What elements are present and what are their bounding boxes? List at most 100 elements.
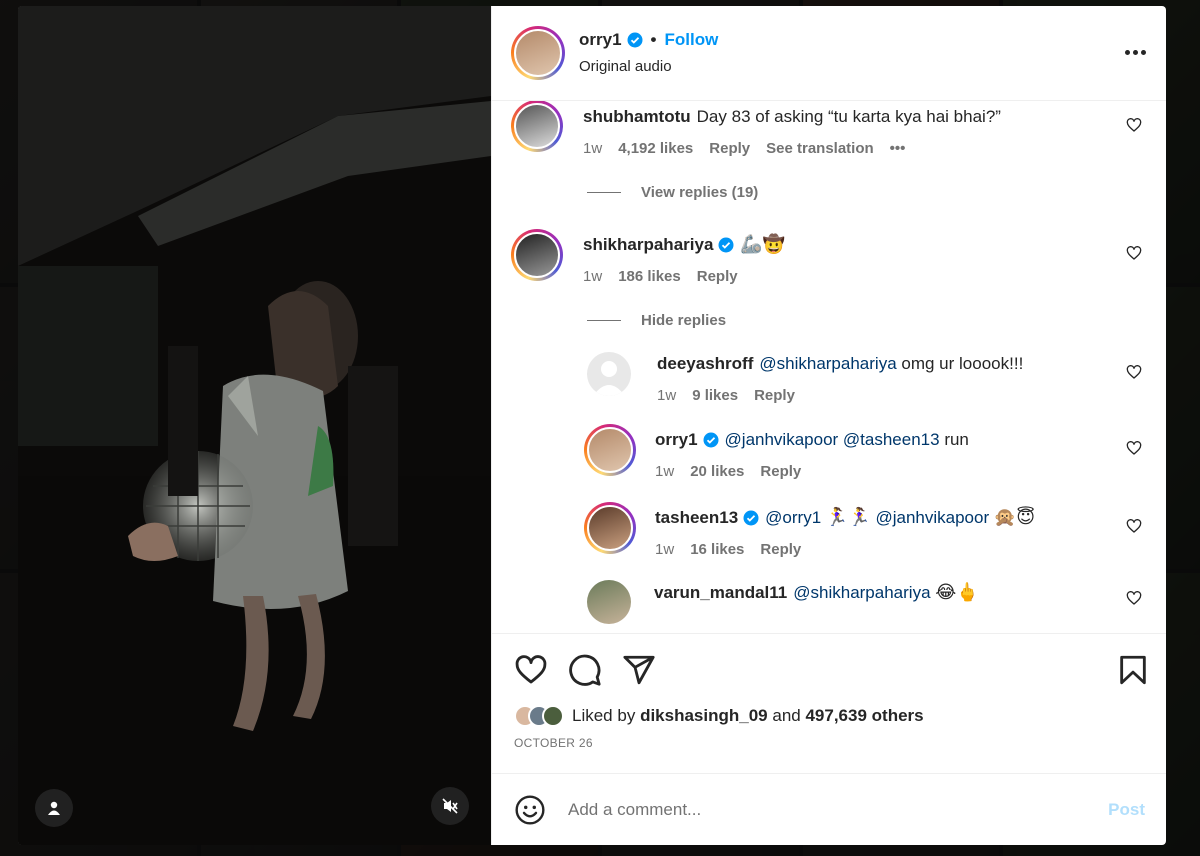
post-actions: Liked by dikshasingh_09 and 497,639 othe… — [492, 633, 1166, 773]
comment-text: varun_mandal11 @shikharpahariya 😂🖕 — [654, 582, 1150, 604]
author-username[interactable]: orry1 — [579, 30, 622, 50]
commenter-avatar[interactable] — [511, 228, 563, 281]
comment-item: shubhamtotu Day 83 of asking “tu karta ky… — [511, 100, 1150, 157]
post-modal: orry1 • Follow Original audio shubhamtot… — [18, 6, 1166, 845]
video-frame — [18, 6, 491, 845]
liked-others[interactable]: 497,639 others — [805, 706, 923, 726]
verified-badge-icon — [743, 510, 759, 526]
post-header: orry1 • Follow Original audio — [492, 6, 1166, 101]
comment-likes[interactable]: 186 likes — [618, 268, 681, 285]
liked-by-user[interactable]: dikshasingh_09 — [640, 706, 768, 726]
user-silhouette-icon — [593, 360, 625, 396]
hide-replies-toggle[interactable]: Hide replies — [587, 310, 1150, 332]
comment-time[interactable]: 1w — [583, 268, 602, 285]
comment-username[interactable]: varun_mandal11 — [654, 583, 787, 602]
reel-video[interactable] — [18, 6, 491, 845]
commenter-avatar[interactable] — [584, 423, 636, 476]
default-avatar[interactable] — [587, 351, 631, 396]
reply-item: orry1 @janhvikapoor @tasheen13 run 1w 20… — [584, 423, 1150, 480]
comment-body: Day 83 of asking “tu karta kya hai bhai?… — [696, 106, 1001, 126]
post-comment-button[interactable]: Post — [1108, 800, 1145, 820]
like-comment-heart-icon[interactable] — [1126, 245, 1142, 261]
reply-button[interactable]: Reply — [697, 268, 738, 285]
comment-more-icon[interactable]: ••• — [890, 140, 906, 157]
verified-badge-icon — [627, 32, 643, 48]
header-separator: • — [650, 30, 657, 50]
verified-badge-icon — [718, 237, 734, 253]
comment-meta: 1w 4,192 likes Reply See translation ••• — [583, 140, 1150, 157]
like-comment-heart-icon[interactable] — [1126, 590, 1142, 606]
mention-link[interactable]: @shikharpahariya — [759, 354, 896, 373]
commenter-avatar[interactable] — [511, 100, 563, 152]
comment-text: tasheen13 @orry1 🏃‍♀️🏃‍♀️ @janhvikapoor … — [655, 507, 1150, 529]
likes-summary: Liked by dikshasingh_09 and 497,639 othe… — [514, 705, 1150, 728]
comment-time[interactable]: 1w — [583, 140, 602, 157]
comment-likes[interactable]: 16 likes — [690, 541, 744, 558]
commenter-avatar[interactable] — [584, 501, 636, 554]
commenter-avatar[interactable] — [587, 579, 631, 624]
comment-text: shikharpahariya 🦾🤠 — [583, 234, 1150, 256]
like-comment-heart-icon[interactable] — [1126, 440, 1142, 456]
reply-button[interactable]: Reply — [709, 140, 750, 157]
comment-likes[interactable]: 20 likes — [690, 463, 744, 480]
comment-time[interactable]: 1w — [655, 541, 674, 558]
comment-likes[interactable]: 9 likes — [692, 387, 738, 404]
comment-username[interactable]: orry1 — [655, 429, 698, 451]
comment-text: shubhamtotu Day 83 of asking “tu karta ky… — [583, 106, 1150, 128]
comment-time[interactable]: 1w — [657, 387, 676, 404]
reply-button[interactable]: Reply — [760, 463, 801, 480]
comment-username[interactable]: shubhamtotu — [583, 107, 691, 126]
mention-link[interactable]: @orry1 — [765, 507, 821, 529]
comment-meta: 1w 20 likes Reply — [655, 463, 1150, 480]
liked-and: and — [772, 706, 801, 726]
comment-body: run — [944, 429, 969, 449]
speaker-muted-icon — [442, 798, 458, 814]
comment-composer: Post — [492, 773, 1166, 845]
comment-username[interactable]: tasheen13 — [655, 507, 738, 529]
tagged-users-button[interactable] — [35, 789, 73, 827]
likers-avatars[interactable] — [514, 705, 564, 728]
mute-button[interactable] — [431, 787, 469, 825]
more-options-icon[interactable] — [1120, 50, 1150, 56]
comment-body: 🙊😇 — [993, 506, 1036, 528]
post-details-panel: orry1 • Follow Original audio shubhamtot… — [491, 6, 1166, 845]
comment-item: shikharpahariya 🦾🤠 1w 186 likes Reply — [511, 228, 1150, 285]
action-icons — [514, 650, 1150, 690]
follow-button[interactable]: Follow — [664, 30, 718, 50]
comment-time[interactable]: 1w — [655, 463, 674, 480]
mention-link[interactable]: @janhvikapoor — [875, 507, 989, 529]
mention-link[interactable]: @shikharpahariya — [793, 583, 930, 602]
share-send-icon[interactable] — [622, 653, 656, 687]
liked-by-prefix: Liked by — [572, 706, 636, 726]
audio-label[interactable]: Original audio — [579, 58, 1120, 75]
comment-meta: 1w 186 likes Reply — [583, 268, 1150, 285]
comment-text: orry1 @janhvikapoor @tasheen13 run — [655, 429, 1150, 451]
comment-body: 😂🖕 — [935, 581, 979, 603]
comment-likes[interactable]: 4,192 likes — [618, 140, 693, 157]
reply-item: deeyashroff @shikharpahariya omg ur loooo… — [584, 351, 1150, 404]
reply-button[interactable]: Reply — [760, 541, 801, 558]
comment-body: 🦾🤠 — [740, 233, 786, 255]
verified-badge-icon — [703, 432, 719, 448]
reply-item: tasheen13 @orry1 🏃‍♀️🏃‍♀️ @janhvikapoor … — [584, 501, 1150, 558]
like-comment-heart-icon[interactable] — [1126, 117, 1142, 133]
comment-username[interactable]: deeyashroff — [657, 354, 753, 373]
comment-meta: 1w 9 likes Reply — [657, 387, 1150, 404]
comment-emoji: 🏃‍♀️🏃‍♀️ — [825, 506, 871, 528]
mention-link[interactable]: @janhvikapoor @tasheen13 — [725, 429, 940, 451]
comment-input[interactable] — [568, 799, 1109, 820]
see-translation-button[interactable]: See translation — [766, 140, 874, 157]
like-comment-heart-icon[interactable] — [1126, 518, 1142, 534]
comments-list[interactable]: shubhamtotu Day 83 of asking “tu karta ky… — [492, 100, 1166, 633]
like-comment-heart-icon[interactable] — [1126, 364, 1142, 380]
view-replies-toggle[interactable]: View replies (19) — [587, 182, 1150, 204]
save-bookmark-icon[interactable] — [1116, 653, 1150, 687]
comment-bubble-icon[interactable] — [568, 653, 602, 687]
author-avatar[interactable] — [511, 25, 565, 80]
emoji-picker-icon[interactable] — [514, 794, 546, 826]
like-heart-icon[interactable] — [514, 653, 548, 687]
reply-button[interactable]: Reply — [754, 387, 795, 404]
post-date[interactable]: OCTOBER 26 — [514, 736, 1150, 750]
comment-text: deeyashroff @shikharpahariya omg ur loooo… — [657, 353, 1150, 375]
comment-username[interactable]: shikharpahariya — [583, 234, 713, 256]
